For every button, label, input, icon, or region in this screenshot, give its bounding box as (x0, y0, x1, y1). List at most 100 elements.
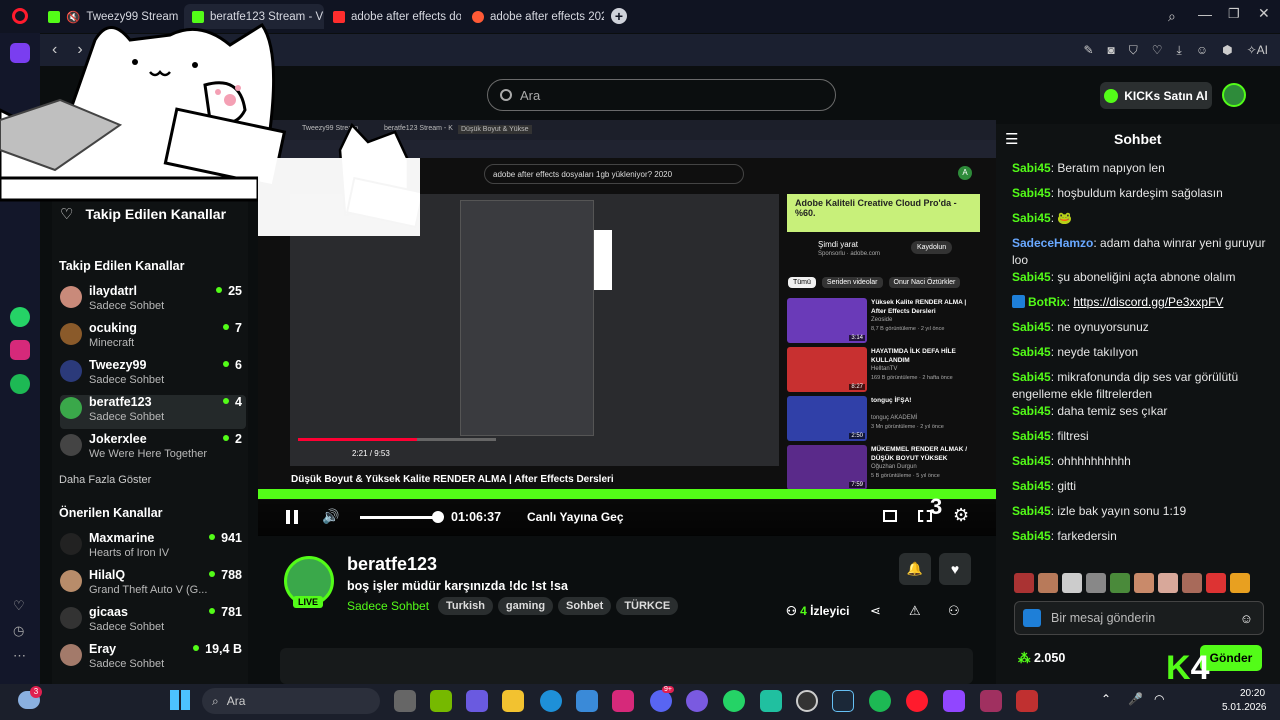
shield-icon[interactable]: ⛉ (1129, 43, 1138, 58)
stream-tag[interactable]: TÜRKCE (616, 597, 679, 615)
emote-icon[interactable] (1062, 573, 1082, 593)
more-icon[interactable]: ⋯ (13, 648, 26, 664)
emote-icon[interactable] (1110, 573, 1130, 593)
winrar-icon[interactable] (980, 690, 1002, 712)
copilot-icon[interactable] (466, 690, 488, 712)
chat-username[interactable]: Sabi45 (1012, 504, 1051, 518)
share-icon[interactable]: ⋖ (870, 603, 881, 619)
chat-bubble-icon[interactable] (686, 690, 708, 712)
new-tab-button[interactable]: + (611, 8, 627, 24)
history-icon[interactable]: ◷ (13, 623, 24, 639)
chat-username[interactable]: Sabi45 (1012, 454, 1051, 468)
steam-icon[interactable] (832, 690, 854, 712)
tray-chevron-icon[interactable]: ⌃ (1101, 692, 1111, 706)
chat-username[interactable]: Sabi45 (1012, 345, 1051, 359)
opera-icon[interactable] (906, 690, 928, 712)
emote-icon[interactable] (1014, 573, 1034, 593)
edge-icon[interactable] (540, 690, 562, 712)
mic-icon[interactable]: 🎤 (1128, 692, 1143, 706)
edit-icon[interactable]: ✎ (1083, 43, 1093, 58)
follow-button[interactable]: ♥ (939, 553, 971, 585)
ai-icon[interactable]: ✧AI (1247, 43, 1268, 58)
spotify-icon[interactable] (869, 690, 891, 712)
settings-gear-icon[interactable]: ⚙ (953, 505, 969, 526)
instagram-icon[interactable] (10, 340, 30, 360)
heart-icon[interactable]: ♡ (1152, 43, 1163, 58)
clock-time[interactable]: 20:20 (1240, 688, 1265, 699)
search-tabs-icon[interactable]: ⌕ (1168, 8, 1176, 25)
volume-knob[interactable] (432, 511, 444, 523)
emote-icon[interactable] (1086, 573, 1106, 593)
volume-slider[interactable] (360, 516, 438, 519)
user-avatar[interactable] (1222, 83, 1246, 107)
chat-input[interactable]: Bir mesaj gönderin ☺ (1014, 601, 1264, 635)
camera-icon[interactable]: ◙ (1108, 43, 1115, 58)
pause-icon[interactable] (286, 510, 298, 524)
whatsapp-icon[interactable] (10, 307, 30, 327)
close-window-button[interactable]: ✕ (1258, 5, 1270, 22)
start-icon[interactable] (170, 690, 190, 710)
sidebar-channel-gicaas[interactable]: gicaas Sadece Sohbet 781 (60, 605, 246, 639)
download-icon[interactable]: ⤓ (1177, 43, 1182, 58)
discord-icon[interactable] (650, 690, 672, 712)
heart-icon[interactable]: ♡ (13, 598, 25, 614)
pip-icon[interactable] (883, 510, 897, 522)
report-icon[interactable]: ⚠ (909, 603, 921, 619)
taskbar-search[interactable]: ⌕ Ara (202, 688, 380, 714)
chat-username[interactable]: Sabi45 (1012, 211, 1051, 225)
search-input[interactable]: Ara (487, 79, 836, 111)
cube-icon[interactable]: ⬢ (1222, 43, 1232, 58)
clock-date[interactable]: 5.01.2026 (1222, 702, 1267, 713)
sidebar-channel-Maxmarine[interactable]: Maxmarine Hearts of Iron IV 941 (60, 531, 246, 565)
streamer-name[interactable]: beratfe123 (347, 554, 437, 575)
stream-tag[interactable]: Turkish (438, 597, 493, 615)
stream-tag[interactable]: gaming (497, 597, 554, 615)
chat-username[interactable]: Sabi45 (1012, 479, 1051, 493)
sidebar-channel-ilaydatrl[interactable]: ilaydatrl Sadece Sohbet 25 (60, 284, 246, 318)
chat-username[interactable]: Sabi45 (1012, 404, 1051, 418)
sidebar-channel-Tweezy99[interactable]: Tweezy99 Sadece Sohbet 6 (60, 358, 246, 392)
game-icon[interactable] (760, 690, 782, 712)
instagram-icon[interactable] (612, 690, 634, 712)
emote-icon[interactable] (1158, 573, 1178, 593)
whatsapp-icon[interactable] (723, 690, 745, 712)
chat-username[interactable]: BotRix (1028, 295, 1067, 309)
stream-tag[interactable]: Sohbet (558, 597, 612, 615)
go-live-button[interactable]: Canlı Yayına Geç (527, 510, 624, 524)
task-view-icon[interactable] (394, 690, 416, 712)
profile-icon[interactable]: ☺ (1196, 43, 1208, 58)
chat-username[interactable]: SadeceHamzo (1012, 236, 1093, 250)
buy-kicks-button[interactable]: KICKs Satın Al (1100, 82, 1212, 109)
app-icon[interactable] (1016, 690, 1038, 712)
emote-icon[interactable] (1206, 573, 1226, 593)
chat-username[interactable]: Sabi45 (1012, 370, 1051, 384)
chat-username[interactable]: Sabi45 (1012, 320, 1051, 334)
show-more-link[interactable]: Daha Fazla Göster (59, 474, 151, 486)
twitch-icon[interactable] (943, 690, 965, 712)
emote-icon[interactable] (1038, 573, 1058, 593)
chat-username[interactable]: Sabi45 (1012, 186, 1051, 200)
sidebar-channel-Eray[interactable]: Eray Sadece Sohbet 19,4 B (60, 642, 246, 676)
emote-icon[interactable] (1134, 573, 1154, 593)
wifi-icon[interactable]: ◠ (1154, 692, 1164, 706)
chat-username[interactable]: Sabi45 (1012, 161, 1051, 175)
sidebar-channel-HilalQ[interactable]: HilalQ Grand Theft Auto V (G... 788 (60, 568, 246, 602)
channel-points[interactable]: ⁂ 2.050 (1018, 650, 1065, 665)
file-explorer-icon[interactable] (502, 690, 524, 712)
sidebar-channel-Jokerxlee[interactable]: Jokerxlee We Were Here Together 2 (60, 432, 246, 466)
sidebar-channel-beratfe123[interactable]: beratfe123 Sadece Sohbet 4 (60, 395, 246, 429)
chat-username[interactable]: Sabi45 (1012, 529, 1051, 543)
chat-username[interactable]: Sabi45 (1012, 270, 1051, 284)
minimize-button[interactable]: — (1198, 6, 1212, 22)
collapse-chat-icon[interactable]: ☰ (1005, 130, 1018, 148)
emoji-icon[interactable]: ☺ (1240, 611, 1253, 626)
spotify-icon[interactable] (10, 374, 30, 394)
add-user-icon[interactable]: ⚇ (948, 603, 960, 619)
store-icon[interactable] (576, 690, 598, 712)
nvidia-icon[interactable] (430, 690, 452, 712)
emote-icon[interactable] (1230, 573, 1250, 593)
tab-yandex[interactable]: adobe after effects 2023 f (464, 4, 604, 29)
notify-button[interactable]: 🔔 (899, 553, 931, 585)
stream-category[interactable]: Sadece Sohbet (347, 599, 429, 613)
emote-icon[interactable] (1182, 573, 1202, 593)
